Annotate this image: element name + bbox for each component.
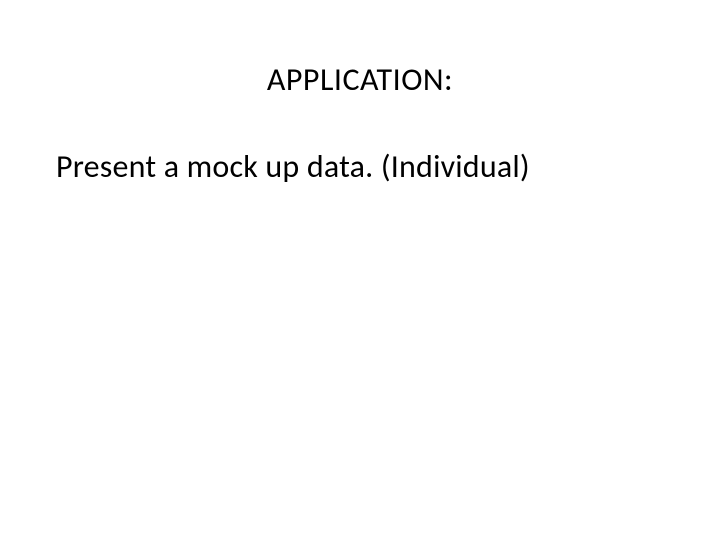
slide-body-text: Present a mock up data. (Individual) xyxy=(0,147,720,186)
slide-container: APPLICATION: Present a mock up data. (In… xyxy=(0,0,720,540)
slide-title: APPLICATION: xyxy=(0,60,720,99)
